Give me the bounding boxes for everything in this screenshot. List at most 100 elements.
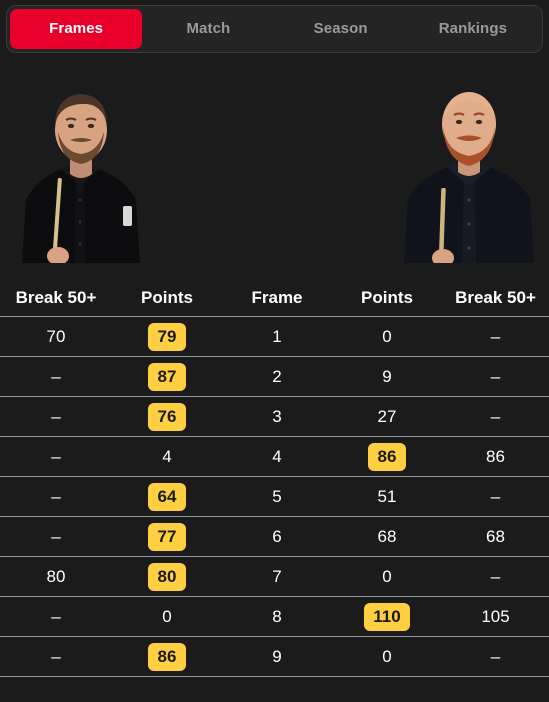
table-row[interactable]: – 0 8 110 105	[0, 597, 549, 637]
cell-value: 51	[377, 486, 397, 506]
player-left-photo	[0, 60, 161, 263]
table-row[interactable]: – 77 6 68 68	[0, 517, 549, 557]
header-break-right: Break 50+	[455, 287, 536, 307]
cell-frame-number: 6	[222, 524, 332, 550]
cell-break-right: –	[442, 404, 549, 430]
table-row[interactable]: – 76 3 27 –	[0, 397, 549, 437]
player-right-photo	[388, 60, 549, 263]
cell-break-right: –	[442, 644, 549, 670]
player-right[interactable]	[388, 60, 549, 263]
table-header-row: Break 50+ Points Frame Points Break 50+	[0, 279, 549, 317]
cell-break-left: –	[0, 484, 112, 510]
cell-break-left: –	[0, 404, 112, 430]
tabbar-container: Frames Match Season Rankings	[0, 0, 549, 53]
cell-value: –	[490, 566, 501, 586]
cell-break-right: –	[442, 484, 549, 510]
cell-break-right: 86	[442, 444, 549, 470]
cell-break-left: –	[0, 644, 112, 670]
cell-points-left: 4	[112, 444, 222, 470]
cell-value: 86	[486, 446, 505, 466]
highlight-badge: 86	[368, 442, 406, 471]
cell-break-right: –	[442, 564, 549, 590]
cell-value: –	[490, 406, 501, 426]
table-row[interactable]: 70 79 1 0 –	[0, 317, 549, 357]
cell-value: 9	[382, 366, 392, 386]
cell-value: –	[490, 646, 501, 666]
frames-table: Break 50+ Points Frame Points Break 50+ 70 79…	[0, 279, 549, 677]
cell-value: 68	[486, 526, 505, 546]
cell-value: 0	[162, 606, 172, 626]
tab-match[interactable]: Match	[142, 9, 274, 49]
cell-value: –	[490, 486, 501, 506]
cell-frame-number: 7	[222, 564, 332, 590]
cell-value: 3	[272, 406, 282, 426]
cell-points-left: 80	[112, 562, 222, 591]
cell-value: 0	[382, 326, 392, 346]
cell-points-right: 0	[332, 564, 442, 590]
cell-frame-number: 3	[222, 404, 332, 430]
cell-value: –	[51, 366, 61, 386]
player-left[interactable]	[0, 60, 161, 263]
cell-value: 70	[46, 326, 66, 346]
cell-points-left: 76	[112, 402, 222, 431]
cell-frame-number: 2	[222, 364, 332, 390]
cell-value: 8	[272, 606, 282, 626]
table-row[interactable]: – 4 4 86 86	[0, 437, 549, 477]
cell-break-right: 105	[442, 604, 549, 630]
cell-value: 0	[382, 646, 392, 666]
cell-break-left: –	[0, 524, 112, 550]
cell-value: –	[51, 486, 61, 506]
cell-frame-number: 9	[222, 644, 332, 670]
highlight-badge: 86	[148, 642, 186, 671]
tab-frames[interactable]: Frames	[10, 9, 143, 49]
highlight-badge: 87	[148, 362, 186, 391]
cell-points-right: 27	[332, 404, 442, 430]
cell-break-left: –	[0, 364, 112, 390]
cell-frame-number: 1	[222, 324, 332, 350]
cell-value: –	[51, 446, 61, 466]
tab-season[interactable]: Season	[275, 9, 407, 49]
cell-break-left: –	[0, 444, 112, 470]
table-row[interactable]: – 86 9 0 –	[0, 637, 549, 677]
cell-value: –	[51, 606, 61, 626]
cell-points-right: 68	[332, 524, 442, 550]
cell-frame-number: 4	[222, 444, 332, 470]
table-body: 70 79 1 0– –87 2 9– –76 3 27– –4 4 86 86–64 5 51– –77 6 68…	[0, 317, 549, 677]
cell-break-left: –	[0, 604, 112, 630]
cell-points-left: 86	[112, 642, 222, 671]
cell-points-left: 79	[112, 322, 222, 351]
cell-points-right: 86	[332, 442, 442, 471]
tab-rankings[interactable]: Rankings	[407, 9, 539, 49]
tabbar: Frames Match Season Rankings	[6, 5, 543, 53]
header-frame: Frame	[251, 287, 303, 307]
cell-value: –	[490, 366, 501, 386]
table-row[interactable]: 80 80 7 0 –	[0, 557, 549, 597]
cell-break-left: 80	[0, 564, 112, 590]
header-points-left: Points	[141, 287, 193, 307]
table-row[interactable]: – 64 5 51 –	[0, 477, 549, 517]
cell-value: 7	[272, 566, 282, 586]
cell-points-left: 0	[112, 604, 222, 630]
cell-frame-number: 5	[222, 484, 332, 510]
cell-points-right: 0	[332, 644, 442, 670]
cell-value: 4	[272, 446, 282, 466]
cell-value: 5	[272, 486, 282, 506]
highlight-badge: 79	[148, 322, 186, 351]
cell-points-right: 9	[332, 364, 442, 390]
highlight-badge: 110	[364, 602, 410, 631]
cell-frame-number: 8	[222, 604, 332, 630]
header-points-right: Points	[361, 287, 413, 307]
cell-value: 68	[377, 526, 397, 546]
cell-break-left: 70	[0, 324, 112, 350]
cell-value: 1	[272, 326, 282, 346]
cell-points-left: 87	[112, 362, 222, 391]
cell-value: –	[51, 646, 61, 666]
cell-points-left: 77	[112, 522, 222, 551]
cell-value: 0	[382, 566, 392, 586]
cell-break-right: –	[442, 364, 549, 390]
table-row[interactable]: – 87 2 9 –	[0, 357, 549, 397]
cell-value: 105	[481, 606, 510, 626]
cell-points-right: 51	[332, 484, 442, 510]
cell-points-left: 64	[112, 482, 222, 511]
cell-value: 27	[377, 406, 397, 426]
